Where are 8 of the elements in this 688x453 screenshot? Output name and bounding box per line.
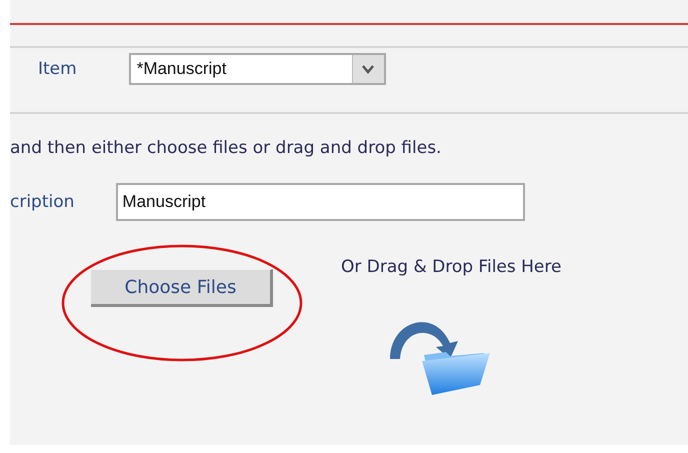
instruction-text: and then either choose files or drag and drop files. — [10, 138, 442, 158]
chevron-down-icon — [352, 55, 384, 83]
choose-files-button[interactable]: Choose Files — [91, 269, 273, 307]
description-field[interactable]: Manuscript — [116, 183, 526, 221]
drop-zone-text: Or Drag & Drop Files Here — [341, 257, 562, 277]
item-label: Item — [38, 59, 77, 79]
item-select[interactable]: *Manuscript — [128, 53, 386, 85]
description-label: cription — [10, 192, 74, 212]
